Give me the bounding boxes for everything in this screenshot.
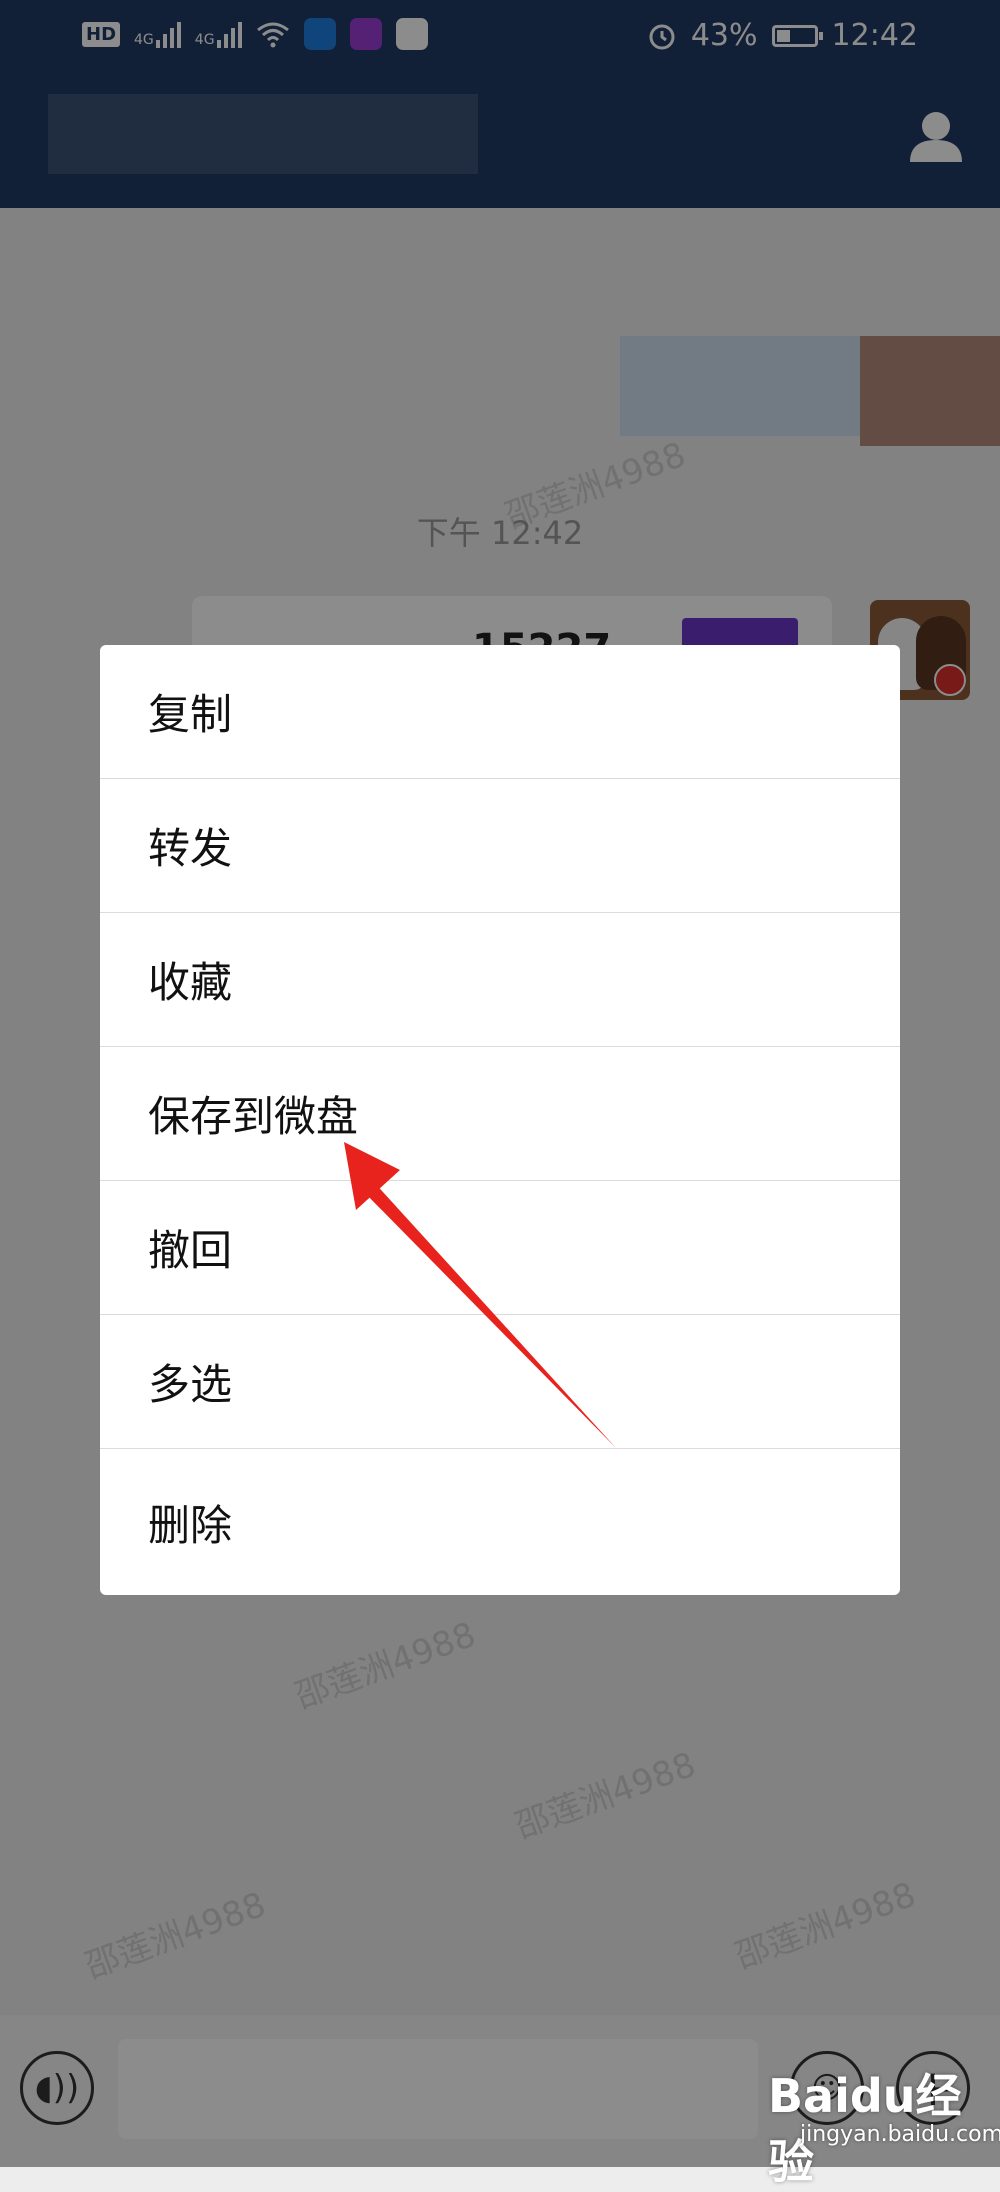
menu-item-delete[interactable]: 删除: [100, 1449, 900, 1595]
menu-item-favorite[interactable]: 收藏: [100, 913, 900, 1047]
menu-item-save-to-drive[interactable]: 保存到微盘: [100, 1047, 900, 1181]
menu-item-recall[interactable]: 撤回: [100, 1181, 900, 1315]
baidu-url: jingyan.baidu.com: [800, 2122, 1000, 2147]
menu-item-copy[interactable]: 复制: [100, 645, 900, 779]
menu-item-forward[interactable]: 转发: [100, 779, 900, 913]
menu-item-multi-select[interactable]: 多选: [100, 1315, 900, 1449]
context-menu: 复制 转发 收藏 保存到微盘 撤回 多选 删除: [100, 645, 900, 1595]
